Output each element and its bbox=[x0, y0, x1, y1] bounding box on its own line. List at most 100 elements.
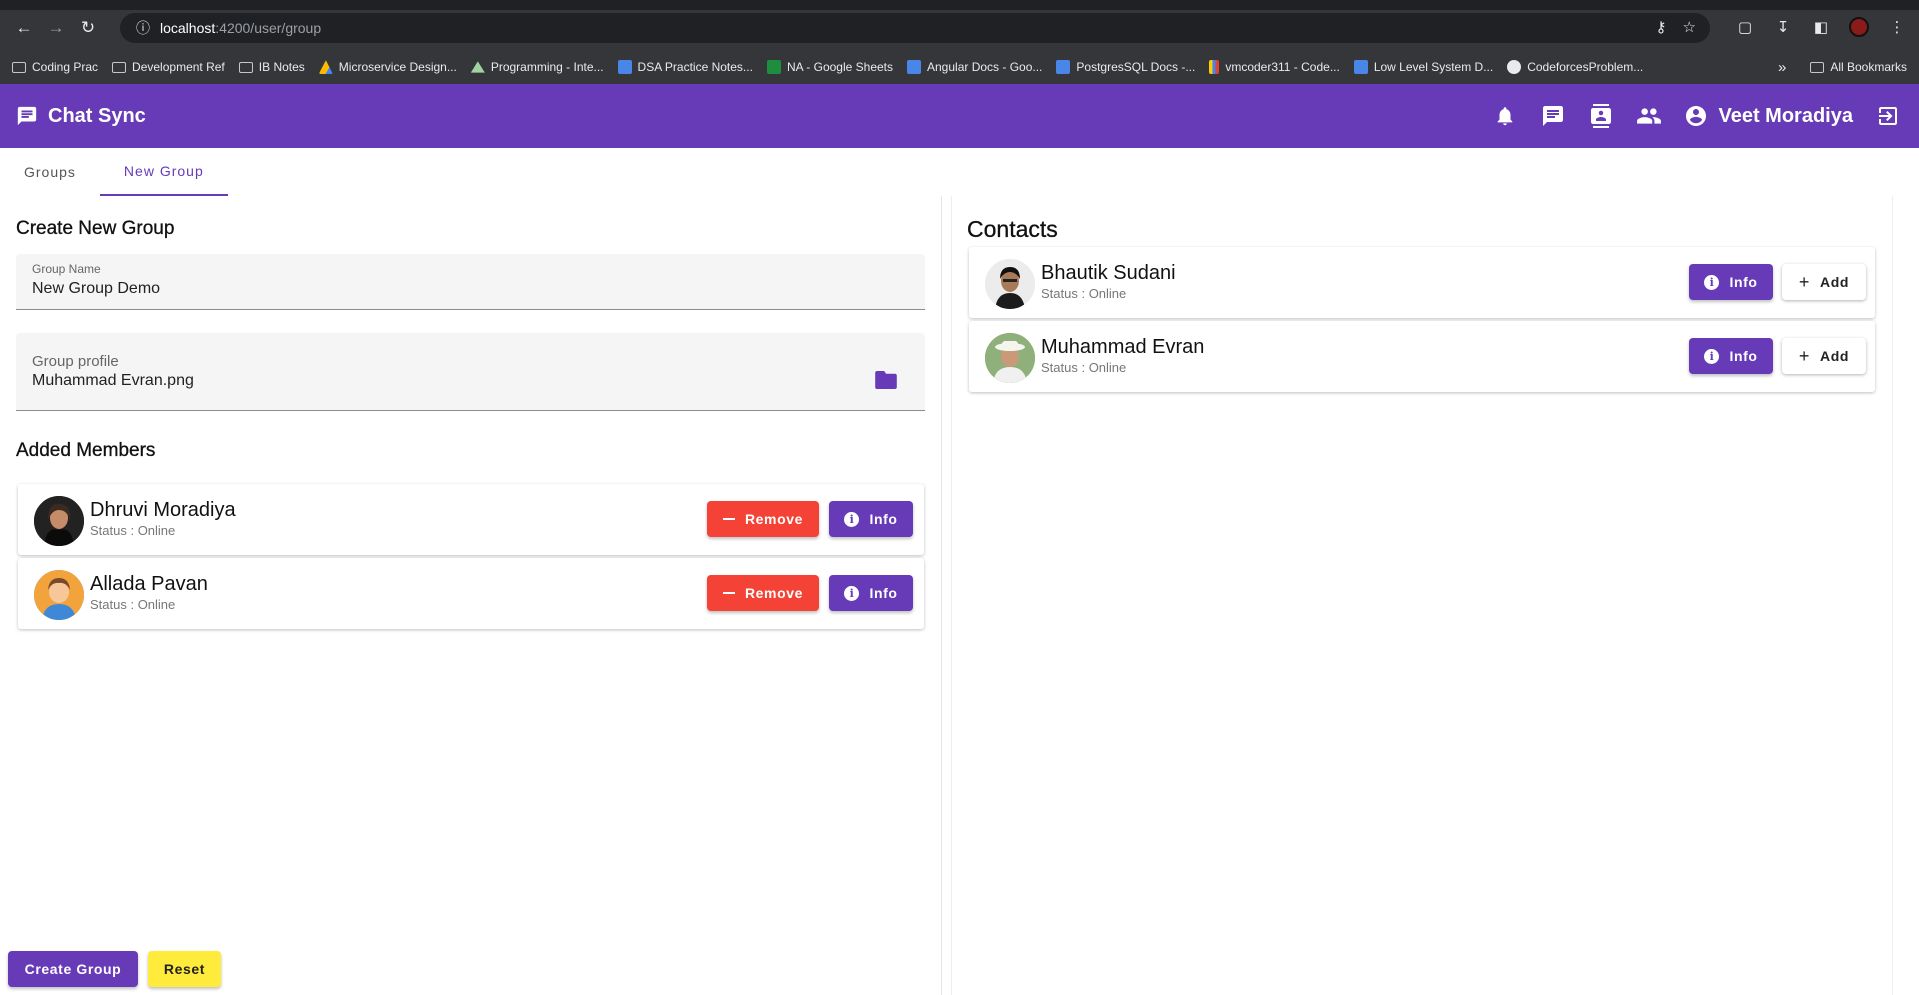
reset-button[interactable]: Reset bbox=[148, 951, 221, 987]
download-icon[interactable]: ↧ bbox=[1771, 13, 1795, 41]
forward-icon[interactable]: → bbox=[40, 14, 72, 42]
info-icon: i bbox=[844, 585, 860, 601]
create-group-heading: Create New Group bbox=[16, 218, 175, 239]
group-name-field[interactable]: Group Name New Group Demo bbox=[16, 254, 925, 310]
extensions-icon[interactable]: ▢ bbox=[1733, 13, 1757, 41]
folder-icon bbox=[112, 61, 127, 73]
bookmark-item[interactable]: Microservice Design... bbox=[318, 60, 457, 74]
info-icon: i bbox=[844, 511, 860, 527]
member-card: Dhruvi Moradiya Status : Online Remove i… bbox=[18, 484, 924, 555]
bookmark-item[interactable]: NA - Google Sheets bbox=[766, 60, 893, 74]
all-bookmarks-label: All Bookmarks bbox=[1830, 60, 1907, 74]
sheet-icon bbox=[766, 60, 781, 74]
bookmark-item[interactable]: vmcoder311 - Code... bbox=[1209, 60, 1340, 74]
bookmark-star-icon[interactable]: ☆ bbox=[1683, 18, 1696, 36]
avatar bbox=[34, 496, 84, 546]
plus-icon: + bbox=[1798, 271, 1811, 292]
url-bar[interactable]: ⓘ localhost:4200/user/group ⚷ ☆ bbox=[120, 13, 1710, 43]
folder-icon[interactable] bbox=[875, 371, 897, 389]
user-name: Veet Moradiya bbox=[1718, 104, 1853, 127]
contact-name: Muhammad Evran bbox=[1041, 336, 1205, 358]
bookmark-item[interactable]: Angular Docs - Goo... bbox=[907, 60, 1042, 74]
folder-icon bbox=[1810, 61, 1825, 73]
tab-strip bbox=[0, 0, 1919, 10]
info-icon: i bbox=[1704, 348, 1720, 364]
reload-icon[interactable]: ↻ bbox=[72, 14, 104, 42]
bookmarks-overflow-icon[interactable]: » bbox=[1778, 59, 1786, 76]
create-group-button[interactable]: Create Group bbox=[8, 951, 138, 987]
info-icon: i bbox=[1704, 274, 1720, 290]
add-button[interactable]: + Add bbox=[1782, 264, 1866, 300]
account-circle-icon bbox=[1686, 106, 1707, 126]
avatar bbox=[34, 570, 84, 620]
added-members-heading: Added Members bbox=[16, 440, 156, 461]
bookmarks-bar: Coding Prac Development Ref IB Notes Micros… bbox=[0, 52, 1919, 82]
info-label: Info bbox=[869, 585, 898, 601]
browser-chrome: ← → ↻ ⓘ localhost:4200/user/group ⚷ ☆ ▢ … bbox=[0, 0, 1919, 84]
url-host: localhost bbox=[160, 20, 216, 36]
info-button[interactable]: i Info bbox=[829, 575, 913, 611]
user-menu[interactable]: Veet Moradiya bbox=[1684, 104, 1853, 128]
add-button[interactable]: + Add bbox=[1782, 338, 1866, 374]
tab-groups[interactable]: Groups bbox=[0, 148, 100, 196]
bookmark-item[interactable]: Development Ref bbox=[112, 60, 225, 74]
member-card: Allada Pavan Status : Online Remove i Inf… bbox=[18, 558, 924, 629]
group-name-label: Group Name bbox=[32, 262, 101, 276]
tab-new-group[interactable]: New Group bbox=[99, 148, 228, 196]
bookmark-item[interactable]: CodeforcesProblem... bbox=[1507, 60, 1643, 74]
menu-kebab-icon[interactable]: ⋮ bbox=[1885, 13, 1909, 41]
add-label: Add bbox=[1820, 348, 1850, 364]
info-label: Info bbox=[869, 511, 898, 527]
brand[interactable]: Chat Sync bbox=[16, 105, 146, 128]
site-info-icon[interactable]: ⓘ bbox=[136, 18, 150, 38]
bookmark-item[interactable]: Low Level System D... bbox=[1353, 60, 1493, 74]
remove-button[interactable]: Remove bbox=[707, 575, 819, 611]
bookmark-label: Programming - Inte... bbox=[490, 60, 604, 74]
contact-status: Status : Online bbox=[1041, 360, 1127, 375]
side-panel-icon[interactable]: ◧ bbox=[1809, 13, 1833, 41]
remove-label: Remove bbox=[744, 585, 804, 601]
info-button[interactable]: i Info bbox=[829, 501, 913, 537]
bookmark-item[interactable]: DSA Practice Notes... bbox=[617, 60, 753, 74]
bookmark-item[interactable]: Programming - Inte... bbox=[470, 60, 604, 74]
info-label: Info bbox=[1729, 348, 1758, 364]
member-name: Dhruvi Moradiya bbox=[90, 499, 236, 521]
minus-icon bbox=[722, 592, 735, 594]
info-label: Info bbox=[1729, 274, 1758, 290]
all-bookmarks[interactable]: All Bookmarks bbox=[1810, 60, 1907, 74]
contact-status: Status : Online bbox=[1041, 286, 1127, 301]
plus-icon: + bbox=[1798, 345, 1811, 366]
app-toolbar: Chat Sync Veet Moradiya bbox=[0, 84, 1919, 148]
info-button[interactable]: i Info bbox=[1689, 338, 1773, 374]
bookmark-label: NA - Google Sheets bbox=[786, 60, 893, 74]
bookmark-label: Microservice Design... bbox=[338, 60, 457, 74]
groups-icon[interactable] bbox=[1636, 103, 1662, 129]
bookmark-label: Development Ref bbox=[132, 60, 225, 74]
group-profile-label: Group profile bbox=[32, 353, 119, 370]
globe-icon bbox=[1507, 60, 1522, 74]
bookmark-item[interactable]: Coding Prac bbox=[12, 60, 98, 74]
contacts-icon[interactable] bbox=[1588, 103, 1614, 129]
doc-icon bbox=[907, 60, 921, 74]
remove-button[interactable]: Remove bbox=[707, 501, 819, 537]
group-name-input[interactable]: New Group Demo bbox=[32, 280, 160, 298]
contacts-pane: Contacts Bhautik Sudani Status : Online … bbox=[951, 196, 1893, 995]
password-key-icon[interactable]: ⚷ bbox=[1656, 18, 1667, 36]
messages-icon[interactable] bbox=[1540, 103, 1566, 129]
triangle-icon bbox=[470, 61, 485, 73]
profile-avatar-icon[interactable] bbox=[1847, 13, 1871, 41]
bookmark-label: IB Notes bbox=[258, 60, 305, 74]
notifications-icon[interactable] bbox=[1492, 103, 1518, 129]
contact-name: Bhautik Sudani bbox=[1041, 262, 1176, 284]
logout-icon[interactable] bbox=[1875, 103, 1901, 129]
url-path: :4200/user/group bbox=[215, 20, 322, 36]
info-button[interactable]: i Info bbox=[1689, 264, 1773, 300]
group-profile-field[interactable]: Group profile Muhammad Evran.png bbox=[16, 333, 925, 411]
member-status: Status : Online bbox=[90, 523, 176, 538]
bookmark-item[interactable]: IB Notes bbox=[238, 60, 305, 74]
back-icon[interactable]: ← bbox=[8, 14, 40, 42]
doc-icon bbox=[1056, 60, 1071, 74]
bookmark-item[interactable]: PostgresSQL Docs -... bbox=[1056, 60, 1195, 74]
doc-icon bbox=[617, 60, 632, 74]
minus-icon bbox=[722, 518, 735, 520]
